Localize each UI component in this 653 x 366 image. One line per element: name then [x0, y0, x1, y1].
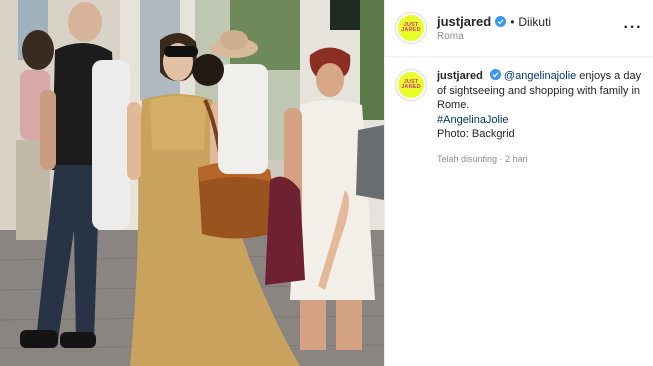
verified-badge-icon	[495, 16, 507, 27]
street-scene-image	[0, 0, 384, 366]
post-photo[interactable]	[0, 0, 384, 366]
mention-link[interactable]: @angelinajolie	[504, 70, 576, 82]
caption-username-link[interactable]: justjared	[437, 70, 483, 82]
caption-text: justjared @angelinajolie enjoys a day of…	[437, 69, 642, 166]
avatar-logo: JUST JARED	[398, 72, 424, 98]
verified-badge-icon	[489, 69, 501, 80]
header-meta: justjared • Diikuti Roma	[437, 14, 621, 42]
following-button[interactable]: Diikuti	[518, 15, 551, 29]
post-timestamp: Telah disunting · 2 hari	[437, 153, 528, 164]
caption-avatar[interactable]: JUST JARED	[395, 69, 427, 101]
more-options-icon[interactable]: ···	[621, 16, 645, 40]
location-link[interactable]: Roma	[437, 31, 621, 42]
hashtag-link[interactable]: #AngelinaJolie	[437, 113, 642, 128]
avatar-logo: JUST JARED	[398, 15, 424, 41]
post-header: JUST JARED justjared • Diikuti Roma ···	[385, 0, 653, 57]
photo-credit: Photo: Backgrid	[437, 128, 515, 140]
account-avatar[interactable]: JUST JARED	[395, 12, 427, 44]
avatar-logo-text-2: JARED	[401, 27, 421, 33]
header-row: justjared • Diikuti	[437, 14, 621, 29]
username-link[interactable]: justjared	[437, 14, 491, 29]
caption-block: JUST JARED justjared @angelinajolie enjo…	[385, 57, 653, 166]
avatar-logo-text-2: JARED	[401, 84, 421, 90]
instagram-post: JUST JARED justjared • Diikuti Roma ···	[0, 0, 653, 366]
separator-dot: •	[510, 14, 515, 29]
post-side-panel: JUST JARED justjared • Diikuti Roma ···	[384, 0, 653, 366]
